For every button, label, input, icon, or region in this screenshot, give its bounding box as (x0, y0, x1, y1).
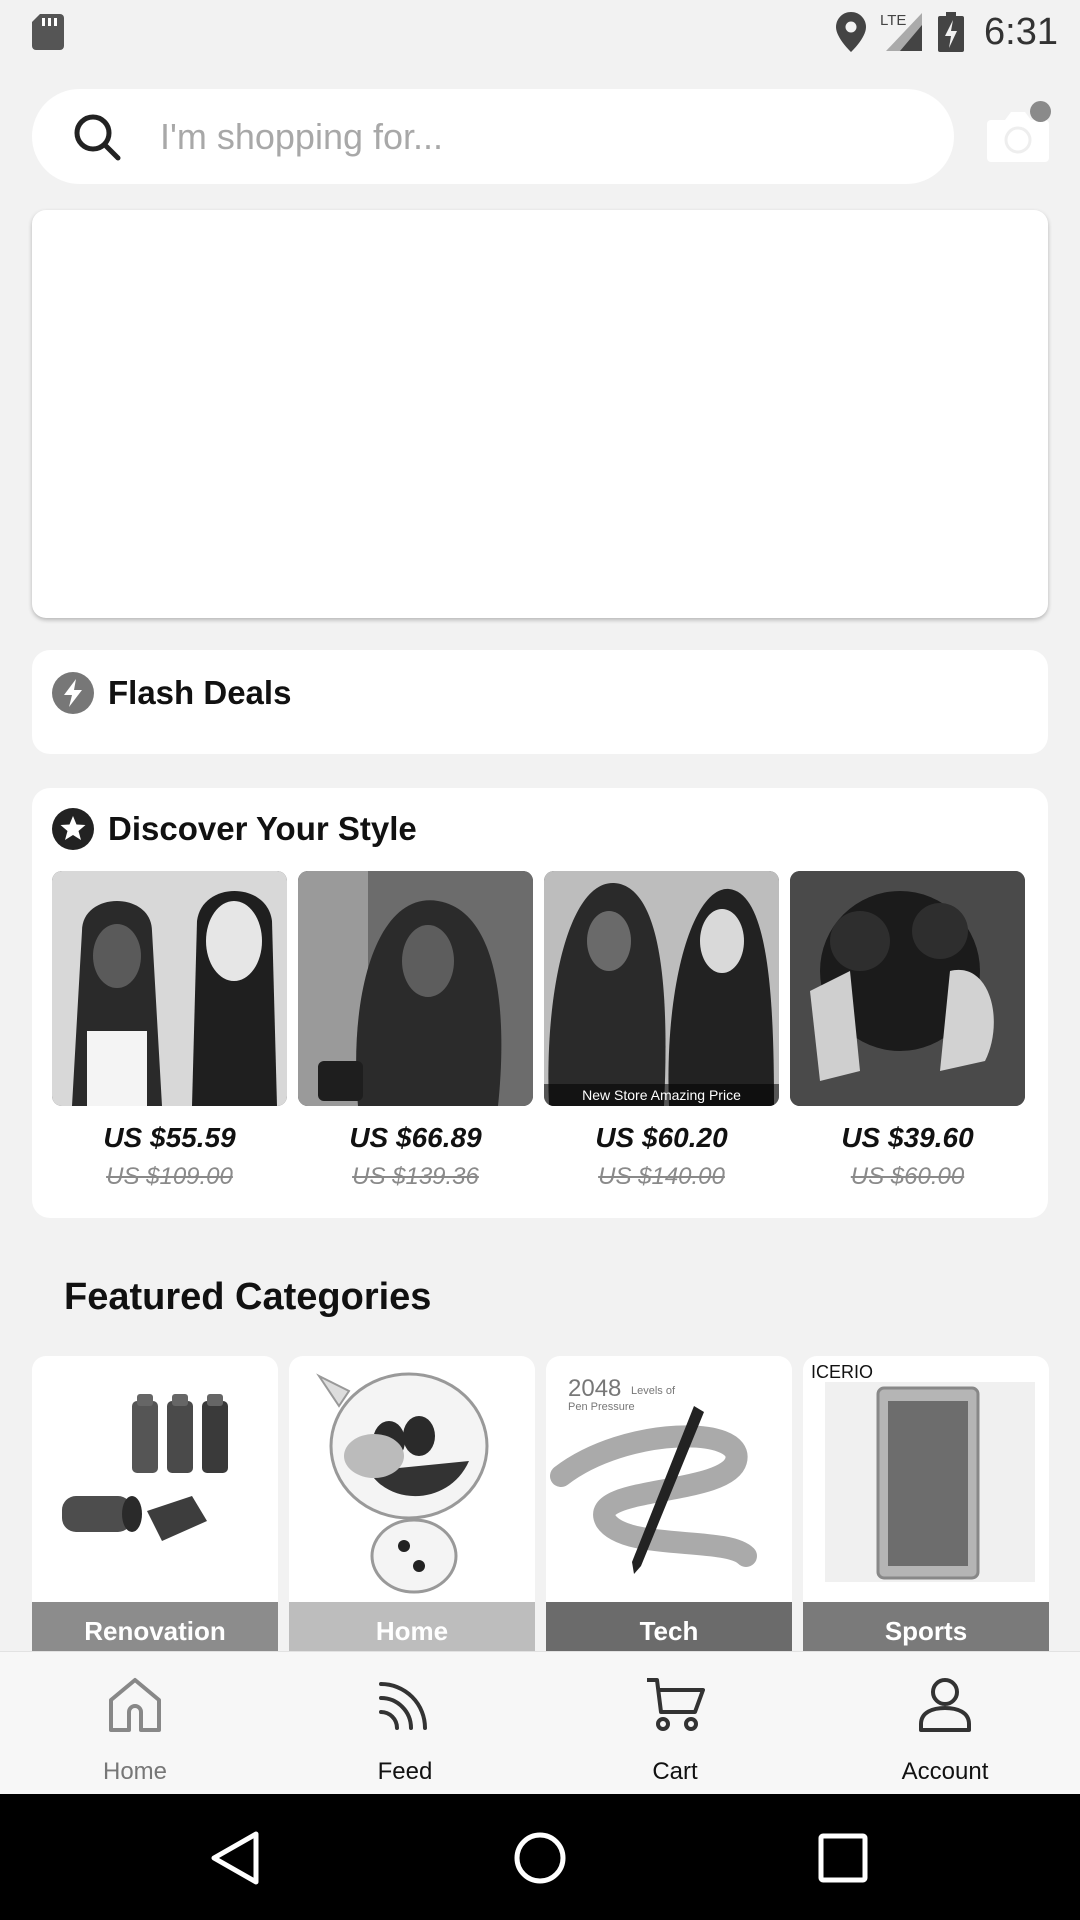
product-image (52, 871, 287, 1106)
category-image (316, 1372, 489, 1594)
nav-account[interactable]: Account (810, 1652, 1080, 1795)
sd-card-icon (32, 14, 64, 50)
product-image (298, 871, 533, 1106)
nav-home[interactable]: Home (0, 1652, 270, 1795)
signal-icon: LTE (880, 12, 923, 51)
product-card[interactable]: US $66.89 US $139.36 (298, 871, 533, 1191)
discover-style-card: Discover Your Style US $55.59 US $109.00 (32, 788, 1048, 1218)
category-image (62, 1394, 228, 1541)
product-image (790, 871, 1025, 1106)
bottom-navigation: Home Feed Cart Account (0, 1651, 1080, 1794)
nav-label: Account (901, 1758, 989, 1785)
category-tech[interactable]: 2048 Levels of Pen Pressure Tech (546, 1356, 792, 1656)
nav-label: Feed (377, 1758, 433, 1785)
home-icon (109, 1678, 161, 1732)
product-price: US $55.59 (103, 1122, 236, 1153)
svg-text:Pen Pressure: Pen Pressure (568, 1401, 635, 1413)
svg-text:LTE: LTE (880, 12, 906, 29)
category-image: 2048 Levels of Pen Pressure (550, 1375, 757, 1574)
status-time: 6:31 (984, 10, 1058, 53)
product-card[interactable]: US $55.59 US $109.00 (52, 871, 287, 1191)
category-label: Tech (546, 1602, 792, 1656)
category-label: Sports (803, 1602, 1049, 1656)
nav-cart[interactable]: Cart (540, 1652, 810, 1795)
category-image: ICERIO (811, 1362, 1035, 1582)
location-icon (836, 12, 867, 52)
product-original-price: US $60.00 (850, 1163, 965, 1190)
featured-categories-title: Featured Categories (64, 1276, 432, 1318)
product-price: US $60.20 (595, 1122, 728, 1153)
lightning-icon (52, 672, 94, 714)
notification-dot (1030, 101, 1051, 122)
product-card[interactable]: New Store Amazing Price US $60.20 US $14… (544, 871, 779, 1191)
feed-icon (379, 1682, 427, 1730)
account-icon (919, 1678, 971, 1732)
product-original-price: US $139.36 (352, 1163, 479, 1190)
product-image-caption: New Store Amazing Price (544, 1084, 779, 1106)
product-card[interactable]: US $39.60 US $60.00 (790, 871, 1025, 1191)
svg-text:Levels of: Levels of (631, 1385, 676, 1397)
svg-text:ICERIO: ICERIO (811, 1362, 873, 1382)
product-original-price: US $140.00 (598, 1163, 725, 1190)
product-original-price: US $109.00 (106, 1163, 233, 1190)
nav-label: Cart (652, 1758, 698, 1785)
cart-icon (647, 1678, 705, 1731)
back-icon[interactable] (206, 1828, 266, 1888)
category-label: Renovation (32, 1602, 278, 1656)
recents-icon[interactable] (813, 1828, 873, 1888)
category-label: Home (289, 1602, 535, 1656)
category-home[interactable]: Home (289, 1356, 535, 1656)
category-renovation[interactable]: Renovation (32, 1356, 278, 1656)
discover-style-title: Discover Your Style (108, 810, 417, 847)
category-sports[interactable]: ICERIO Sports (803, 1356, 1049, 1656)
search-icon (74, 114, 121, 160)
search-input[interactable]: I'm shopping for... (32, 89, 954, 184)
product-image: New Store Amazing Price (544, 871, 779, 1106)
star-badge-icon (52, 808, 94, 850)
promo-banner[interactable] (32, 210, 1048, 618)
search-placeholder: I'm shopping for... (160, 115, 444, 157)
flash-deals-card[interactable]: Flash Deals (32, 650, 1048, 754)
status-bar: LTE 6:31 (0, 0, 1080, 64)
product-price: US $66.89 (349, 1122, 482, 1153)
nav-label: Home (102, 1758, 168, 1785)
system-navigation-bar (0, 1794, 1080, 1920)
flash-deals-title: Flash Deals (108, 674, 292, 711)
battery-charging-icon (938, 12, 965, 52)
product-price: US $39.60 (841, 1122, 974, 1153)
svg-text:2048: 2048 (568, 1375, 621, 1402)
home-circle-icon[interactable] (510, 1828, 570, 1888)
nav-feed[interactable]: Feed (270, 1652, 540, 1795)
